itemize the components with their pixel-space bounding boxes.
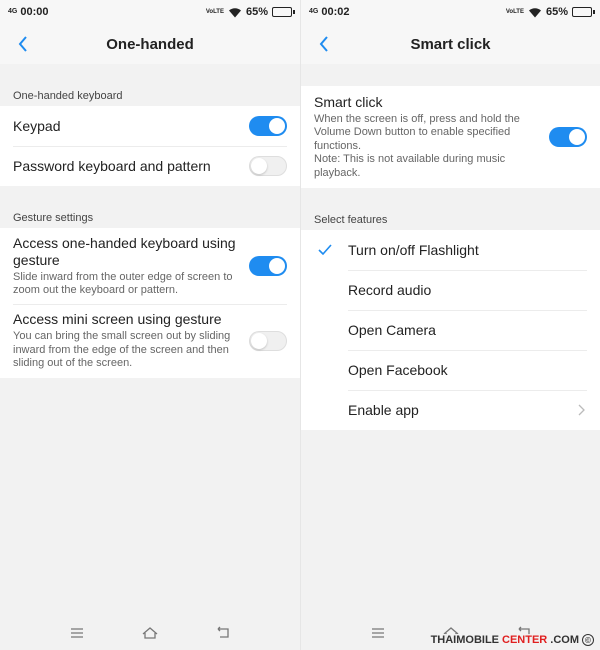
home-icon[interactable]: [141, 625, 159, 641]
watermark-part3: .COM: [550, 634, 579, 646]
mini-screen-gesture-row[interactable]: Access mini screen using gesture You can…: [0, 304, 300, 378]
title-bar: Smart click: [301, 24, 600, 64]
password-keyboard-label: Password keyboard and pattern: [13, 157, 211, 174]
feature-flashlight[interactable]: Turn on/off Flashlight: [301, 230, 600, 270]
one-handed-gesture-toggle[interactable]: [249, 256, 287, 276]
battery-percent: 65%: [245, 6, 268, 18]
feature-open-facebook[interactable]: Open Facebook: [301, 350, 600, 390]
keypad-label: Keypad: [13, 117, 61, 134]
network-indicator: 4G: [8, 8, 18, 15]
one-handed-gesture-row[interactable]: Access one-handed keyboard using gesture…: [0, 228, 300, 304]
mini-screen-gesture-toggle[interactable]: [249, 331, 287, 351]
status-bar: 4G 00:02 VoLTE 65%: [301, 0, 600, 24]
watermark-part2: CENTER: [502, 634, 548, 646]
feature-label: Enable app: [348, 402, 419, 418]
volte-indicator: VoLTE: [505, 8, 524, 15]
feature-label: Record audio: [348, 282, 432, 298]
status-bar: 4G 00:00 VoLTE 65%: [0, 0, 300, 24]
password-keyboard-toggle[interactable]: [249, 156, 287, 176]
keypad-toggle[interactable]: [249, 116, 287, 136]
battery-icon: [572, 7, 595, 17]
feature-open-camera[interactable]: Open Camera: [301, 310, 600, 350]
feature-enable-app[interactable]: Enable app: [301, 390, 600, 430]
watermark: THAIMOBILE CENTER .COM ©: [430, 634, 594, 646]
feature-record-audio[interactable]: Record audio: [301, 270, 600, 310]
section-header-gesture: Gesture settings: [13, 212, 94, 224]
keyboard-group: Keypad Password keyboard and pattern: [0, 106, 300, 186]
copyright-icon: ©: [582, 634, 594, 646]
smart-click-row[interactable]: Smart click When the screen is off, pres…: [301, 86, 600, 188]
features-list: Turn on/off Flashlight Record audio Open…: [301, 230, 600, 430]
feature-label: Open Camera: [348, 322, 436, 338]
status-time: 00:00: [20, 6, 49, 18]
smart-click-screen: 4G 00:02 VoLTE 65% Smart click Smart cli…: [300, 0, 600, 650]
password-keyboard-row[interactable]: Password keyboard and pattern: [0, 146, 300, 186]
smart-click-toggle[interactable]: [549, 127, 587, 147]
volte-indicator: VoLTE: [205, 8, 224, 15]
status-time: 00:02: [321, 6, 350, 18]
back-chevron-icon[interactable]: [12, 32, 36, 56]
wifi-icon: [528, 7, 541, 17]
menu-icon[interactable]: [68, 625, 86, 641]
one-handed-screen: 4G 00:00 VoLTE 65% One-handed One-handed…: [0, 0, 300, 650]
mini-screen-gesture-label: Access mini screen using gesture: [13, 311, 222, 328]
section-header-keyboard: One-handed keyboard: [13, 90, 123, 102]
smart-click-desc: When the screen is off, press and hold t…: [314, 112, 520, 152]
battery-icon: [272, 7, 295, 17]
network-indicator: 4G: [309, 8, 319, 15]
bottom-nav: [0, 616, 300, 650]
page-title: Smart click: [410, 35, 491, 53]
chevron-right-icon: [578, 404, 585, 416]
keypad-row[interactable]: Keypad: [0, 106, 300, 146]
smart-click-label: Smart click: [314, 93, 383, 110]
feature-label: Turn on/off Flashlight: [348, 242, 479, 258]
section-header-features: Select features: [314, 214, 388, 226]
smart-click-group: Smart click When the screen is off, pres…: [301, 86, 600, 188]
one-handed-gesture-desc: Slide inward from the outer edge of scre…: [13, 270, 233, 297]
wifi-icon: [228, 7, 241, 17]
page-title: One-handed: [106, 35, 194, 53]
watermark-part1: THAIMOBILE: [430, 634, 500, 646]
one-handed-gesture-label: Access one-handed keyboard using gesture: [13, 234, 236, 268]
title-bar: One-handed: [0, 24, 300, 64]
mini-screen-gesture-desc: You can bring the small screen out by sl…: [13, 330, 231, 370]
gesture-group: Access one-handed keyboard using gesture…: [0, 228, 300, 378]
back-icon[interactable]: [214, 625, 232, 641]
checkmark-icon: [318, 244, 332, 256]
feature-label: Open Facebook: [348, 362, 448, 378]
smart-click-note: Note: This is not available during music…: [314, 153, 506, 179]
back-chevron-icon[interactable]: [313, 32, 337, 56]
battery-percent: 65%: [545, 6, 568, 18]
menu-icon[interactable]: [369, 625, 387, 641]
